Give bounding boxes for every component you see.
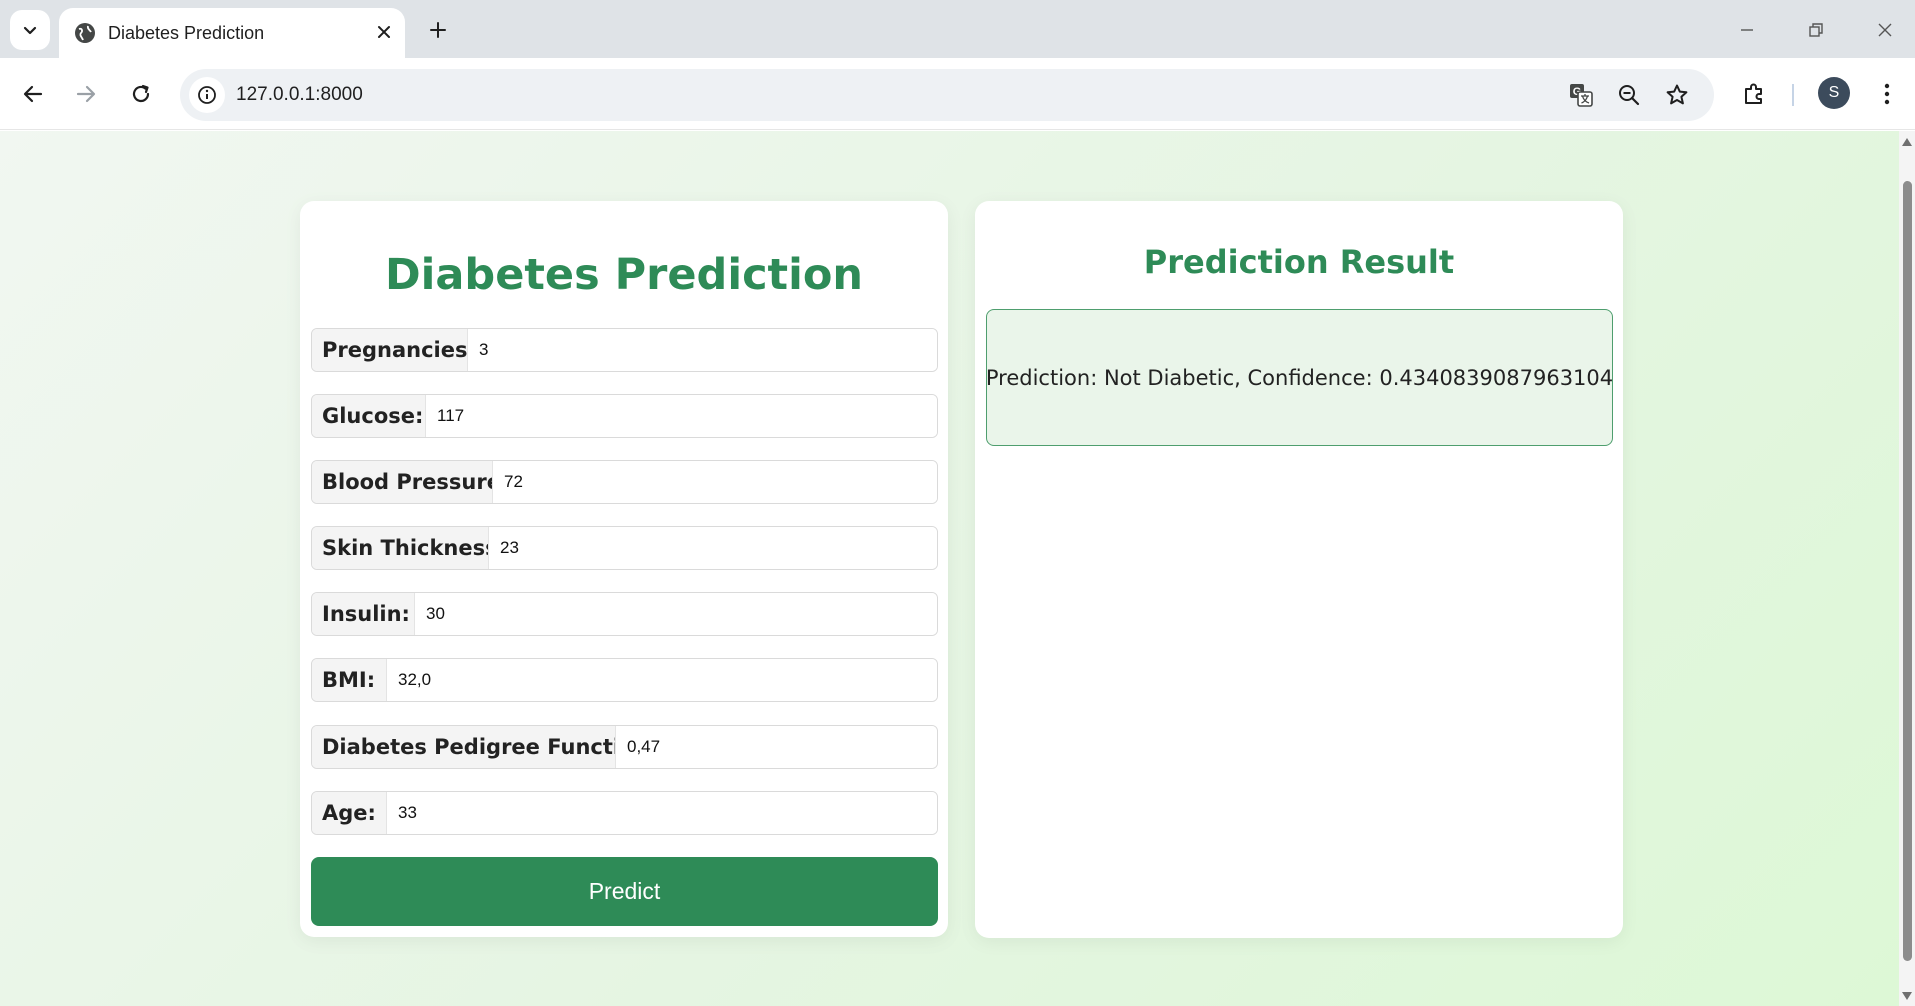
back-button[interactable] [13,74,53,114]
bookmark-button[interactable] [1661,79,1693,111]
prediction-result-card: Prediction Result Prediction: Not Diabet… [975,201,1623,938]
minimize-button[interactable] [1725,12,1769,48]
translate-icon: G [1570,84,1593,107]
age-input[interactable] [386,792,937,834]
skin-thickness-label: Skin Thickness: [312,527,506,569]
tab-close-button[interactable] [371,19,397,45]
url-text[interactable]: 127.0.0.1:8000 [236,83,363,107]
insulin-input[interactable] [414,593,937,635]
age-field: Age: [311,791,938,835]
reload-button[interactable] [121,74,161,114]
close-icon [1878,23,1892,37]
window-close-button[interactable] [1863,12,1907,48]
glucose-input[interactable] [425,395,937,437]
bmi-field: BMI: [311,658,938,702]
close-icon [378,26,390,38]
extensions-button[interactable] [1734,74,1774,114]
triangle-up-icon [1902,138,1912,146]
pedigree-input[interactable] [615,726,937,768]
scrollbar-thumb[interactable] [1903,181,1912,961]
result-title: Prediction Result [1143,243,1455,281]
insulin-label: Insulin: [312,593,416,635]
glucose-field: Glucose: [311,394,938,438]
arrow-left-icon [23,85,43,103]
skin-thickness-field: Skin Thickness: [311,526,938,570]
blood-pressure-input[interactable] [492,461,937,503]
restore-button[interactable] [1794,12,1838,48]
profile-avatar[interactable]: S [1818,77,1850,109]
chevron-down-icon [23,26,37,35]
zoom-button[interactable] [1613,79,1645,111]
browser-menu-button[interactable] [1867,74,1907,114]
globe-icon [75,23,95,43]
address-bar[interactable]: 127.0.0.1:8000 G [180,69,1714,121]
bmi-input[interactable] [386,659,937,701]
bmi-label: BMI: [312,659,388,701]
skin-thickness-input[interactable] [488,527,937,569]
prediction-form-card: Diabetes Prediction Pregnancies: Glucose… [300,201,948,937]
new-tab-button[interactable] [422,14,454,46]
tab-search-button[interactable] [10,10,50,50]
result-box: Prediction: Not Diabetic, Confidence: 0.… [986,309,1613,446]
triangle-down-icon [1902,992,1912,1000]
active-tab[interactable]: Diabetes Prediction [59,8,405,58]
forward-button[interactable] [66,74,106,114]
insulin-field: Insulin: [311,592,938,636]
info-icon [198,86,216,104]
pregnancies-input[interactable] [467,329,937,371]
page-viewport: Diabetes Prediction Pregnancies: Glucose… [0,131,1899,1006]
scroll-down-arrow[interactable] [1902,991,1912,1001]
scroll-up-arrow[interactable] [1902,137,1912,147]
tab-title: Diabetes Prediction [108,23,265,43]
arrow-right-icon [76,85,96,103]
star-icon [1666,84,1688,105]
pregnancies-label: Pregnancies: [312,329,476,371]
translate-button[interactable]: G [1565,79,1597,111]
puzzle-icon [1745,83,1762,104]
blood-pressure-field: Blood Pressure: [311,460,938,504]
browser-toolbar: 127.0.0.1:8000 G S [0,58,1915,130]
zoom-out-icon [1619,85,1640,106]
form-title: Diabetes Prediction [384,250,864,300]
page-scrollbar[interactable] [1899,131,1915,1006]
pregnancies-field: Pregnancies: [311,328,938,372]
age-label: Age: [312,792,388,834]
toolbar-divider [1792,84,1794,106]
more-vert-icon [1884,83,1890,105]
result-text: Prediction: Not Diabetic, Confidence: 0.… [985,365,1614,390]
minimize-icon [1741,29,1753,31]
predict-button[interactable]: Predict [311,857,938,926]
tab-strip: Diabetes Prediction [0,0,1915,58]
pedigree-field: Diabetes Pedigree Function: [311,725,938,769]
plus-icon [430,22,446,38]
pedigree-label: Diabetes Pedigree Function: [312,726,658,768]
reload-icon [132,84,150,103]
site-info-button[interactable] [189,77,225,113]
blood-pressure-label: Blood Pressure: [312,461,509,503]
glucose-label: Glucose: [312,395,427,437]
restore-icon [1809,23,1823,37]
